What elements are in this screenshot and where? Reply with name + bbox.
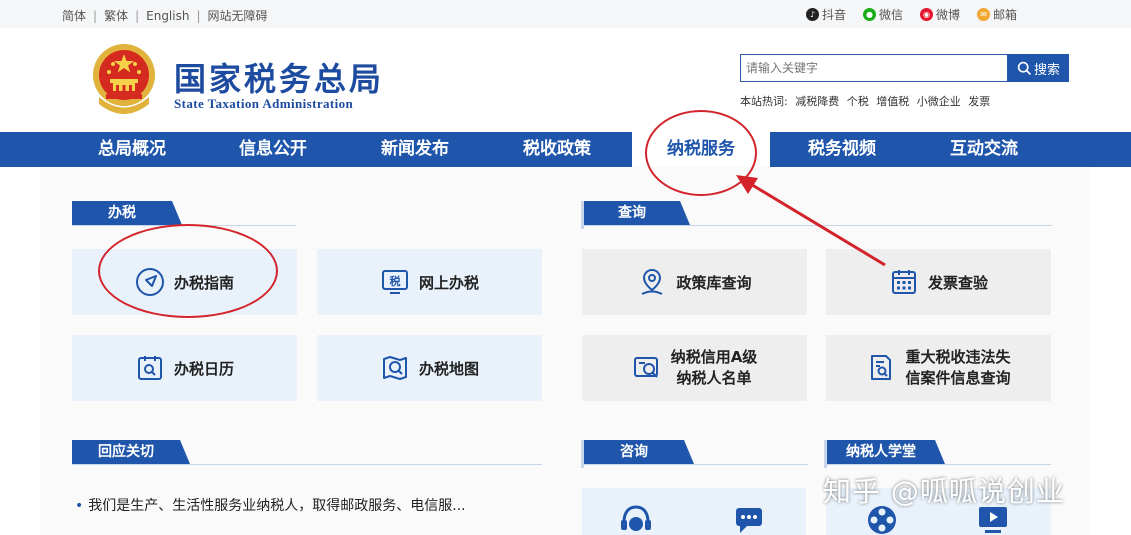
nav-shuiwu-shipin[interactable]: 税务视频 <box>772 132 912 167</box>
section-title: 咨询 <box>584 440 694 464</box>
news-title: 我们是生产、生活性服务业纳税人，取得邮政服务、电信服... <box>88 498 466 514</box>
main-nav: 总局概况 信息公开 新闻发布 税收政策 纳税服务 税务视频 互动交流 <box>0 132 1131 167</box>
search-button-label: 搜索 <box>1033 62 1060 78</box>
section-title: 纳税人学堂 <box>827 440 945 464</box>
separator: | <box>93 8 98 23</box>
section-title: 办税 <box>72 201 182 225</box>
tax-icon-char: 税 <box>389 274 400 288</box>
nav-xinwen-fabu[interactable]: 新闻发布 <box>345 132 485 167</box>
tile-label: 发票查验 <box>927 273 988 292</box>
search-box <box>740 54 1008 82</box>
section-header-nsrxt: 纳税人学堂 <box>824 440 1051 468</box>
nav-nashui-fuwu[interactable]: 纳税服务 <box>632 132 770 167</box>
weibo-icon: ◉ <box>920 8 934 21</box>
social-wechat[interactable]: ● 微信 <box>863 6 903 23</box>
compass-icon <box>135 267 165 297</box>
accessibility-link[interactable]: 网站无障碍 <box>208 7 268 24</box>
search-input[interactable] <box>746 56 1002 80</box>
list-item[interactable]: • 我们是生产、生活性服务业纳税人，取得邮政服务、电信服... <box>75 495 466 515</box>
language-switcher: 简体 | 繁体 | English | 网站无障碍 <box>62 7 268 24</box>
tile-banshui-rili[interactable]: 办税日历 <box>72 335 297 401</box>
headset-icon[interactable] <box>618 502 654 535</box>
calendar-search-icon <box>135 353 165 383</box>
chat-icon[interactable] <box>732 504 766 535</box>
nav-shuishou-zhengce[interactable]: 税收政策 <box>487 132 627 167</box>
lang-english[interactable]: English <box>146 9 189 23</box>
mail-icon: ✉ <box>977 8 991 21</box>
annotation-arrow-icon <box>736 175 886 267</box>
tile-nashui-xinyong[interactable]: 纳税信用A级 纳税人名单 <box>582 335 807 401</box>
section-header-banshui: 办税 <box>72 201 296 226</box>
credit-search-icon <box>632 353 662 383</box>
separator: | <box>135 8 140 23</box>
social-weibo[interactable]: ◉ 微博 <box>920 6 960 23</box>
hot-term[interactable]: 减税降费 <box>795 95 839 108</box>
wechat-icon: ● <box>863 8 877 21</box>
social-mail[interactable]: ✉ 邮箱 <box>977 6 1017 23</box>
section-header-zixun: 咨询 <box>581 440 808 468</box>
search-button[interactable]: 搜索 <box>1008 54 1069 82</box>
divider <box>72 225 296 226</box>
hot-terms-label: 本站热词: <box>740 95 788 108</box>
tile-label-line2: 纳税人名单 <box>676 369 752 387</box>
hot-term[interactable]: 个税 <box>847 95 869 108</box>
section-title: 查询 <box>584 201 690 225</box>
nav-zongju-gaikuang[interactable]: 总局概况 <box>62 132 202 167</box>
tile-banshui-zhinan[interactable]: 办税指南 <box>72 249 297 315</box>
tile-banshui-ditu[interactable]: 办税地图 <box>317 335 542 401</box>
hot-term[interactable]: 小微企业 <box>917 95 961 108</box>
hot-term[interactable]: 增值税 <box>876 95 909 108</box>
social-label: 微博 <box>936 8 961 22</box>
hot-terms: 本站热词: 减税降费 个税 增值税 小微企业 发票 <box>740 93 994 109</box>
calendar-grid-icon <box>889 267 919 297</box>
site-title: 国家税务总局 <box>174 60 385 98</box>
section-header-huiying: 回应关切 <box>72 440 542 465</box>
social-links: ♪ 抖音 ● 微信 ◉ 微博 ✉ 邮箱 <box>806 6 1034 23</box>
tile-label-line2: 信案件信息查询 <box>905 369 1011 387</box>
social-label: 抖音 <box>822 8 847 22</box>
location-person-icon <box>637 267 667 297</box>
tile-weifa-shixin[interactable]: 重大税收违法失 信案件信息查询 <box>826 335 1051 401</box>
site-title-english: State Taxation Administration <box>174 96 354 111</box>
divider <box>584 464 808 465</box>
social-label: 微信 <box>879 8 904 22</box>
search-icon <box>1017 61 1032 75</box>
divider <box>827 464 1051 465</box>
tile-label: 政策库查询 <box>676 273 752 292</box>
lang-traditional[interactable]: 繁体 <box>104 7 128 24</box>
top-bar: 简体 | 繁体 | English | 网站无障碍 ♪ 抖音 ● 微信 ◉ 微博… <box>0 0 1131 28</box>
lang-simplified[interactable]: 简体 <box>62 7 86 24</box>
tile-label-line1: 重大税收违法失 <box>905 348 1011 366</box>
social-douyin[interactable]: ♪ 抖音 <box>806 6 846 23</box>
separator: | <box>196 8 201 23</box>
section-title: 回应关切 <box>72 440 190 464</box>
consult-panel <box>582 488 806 535</box>
tile-wangshang-banshui[interactable]: 税 网上办税 <box>317 249 542 315</box>
douyin-icon: ♪ <box>806 8 819 21</box>
tile-label: 办税日历 <box>173 359 234 378</box>
map-search-icon <box>380 353 410 383</box>
document-search-icon <box>866 353 896 383</box>
tile-label: 网上办税 <box>418 273 479 292</box>
tile-label: 办税地图 <box>418 359 479 378</box>
bullet: • <box>75 498 84 514</box>
nav-xinxi-gongkai[interactable]: 信息公开 <box>203 132 343 167</box>
tile-label-line1: 纳税信用A级 <box>670 348 758 366</box>
tile-label-group: 纳税信用A级 纳税人名单 <box>671 347 758 389</box>
tile-label: 办税指南 <box>173 273 234 292</box>
tile-label-group: 重大税收违法失 信案件信息查询 <box>905 347 1010 389</box>
hot-term[interactable]: 发票 <box>968 95 990 108</box>
nav-hudong-jiaoliu[interactable]: 互动交流 <box>914 132 1054 167</box>
divider <box>72 464 542 465</box>
tax-screen-icon: 税 <box>380 267 410 297</box>
social-label: 邮箱 <box>993 8 1018 22</box>
watermark-text: 知乎 @呱呱说创业 <box>823 475 1065 508</box>
national-emblem-icon <box>93 44 155 114</box>
